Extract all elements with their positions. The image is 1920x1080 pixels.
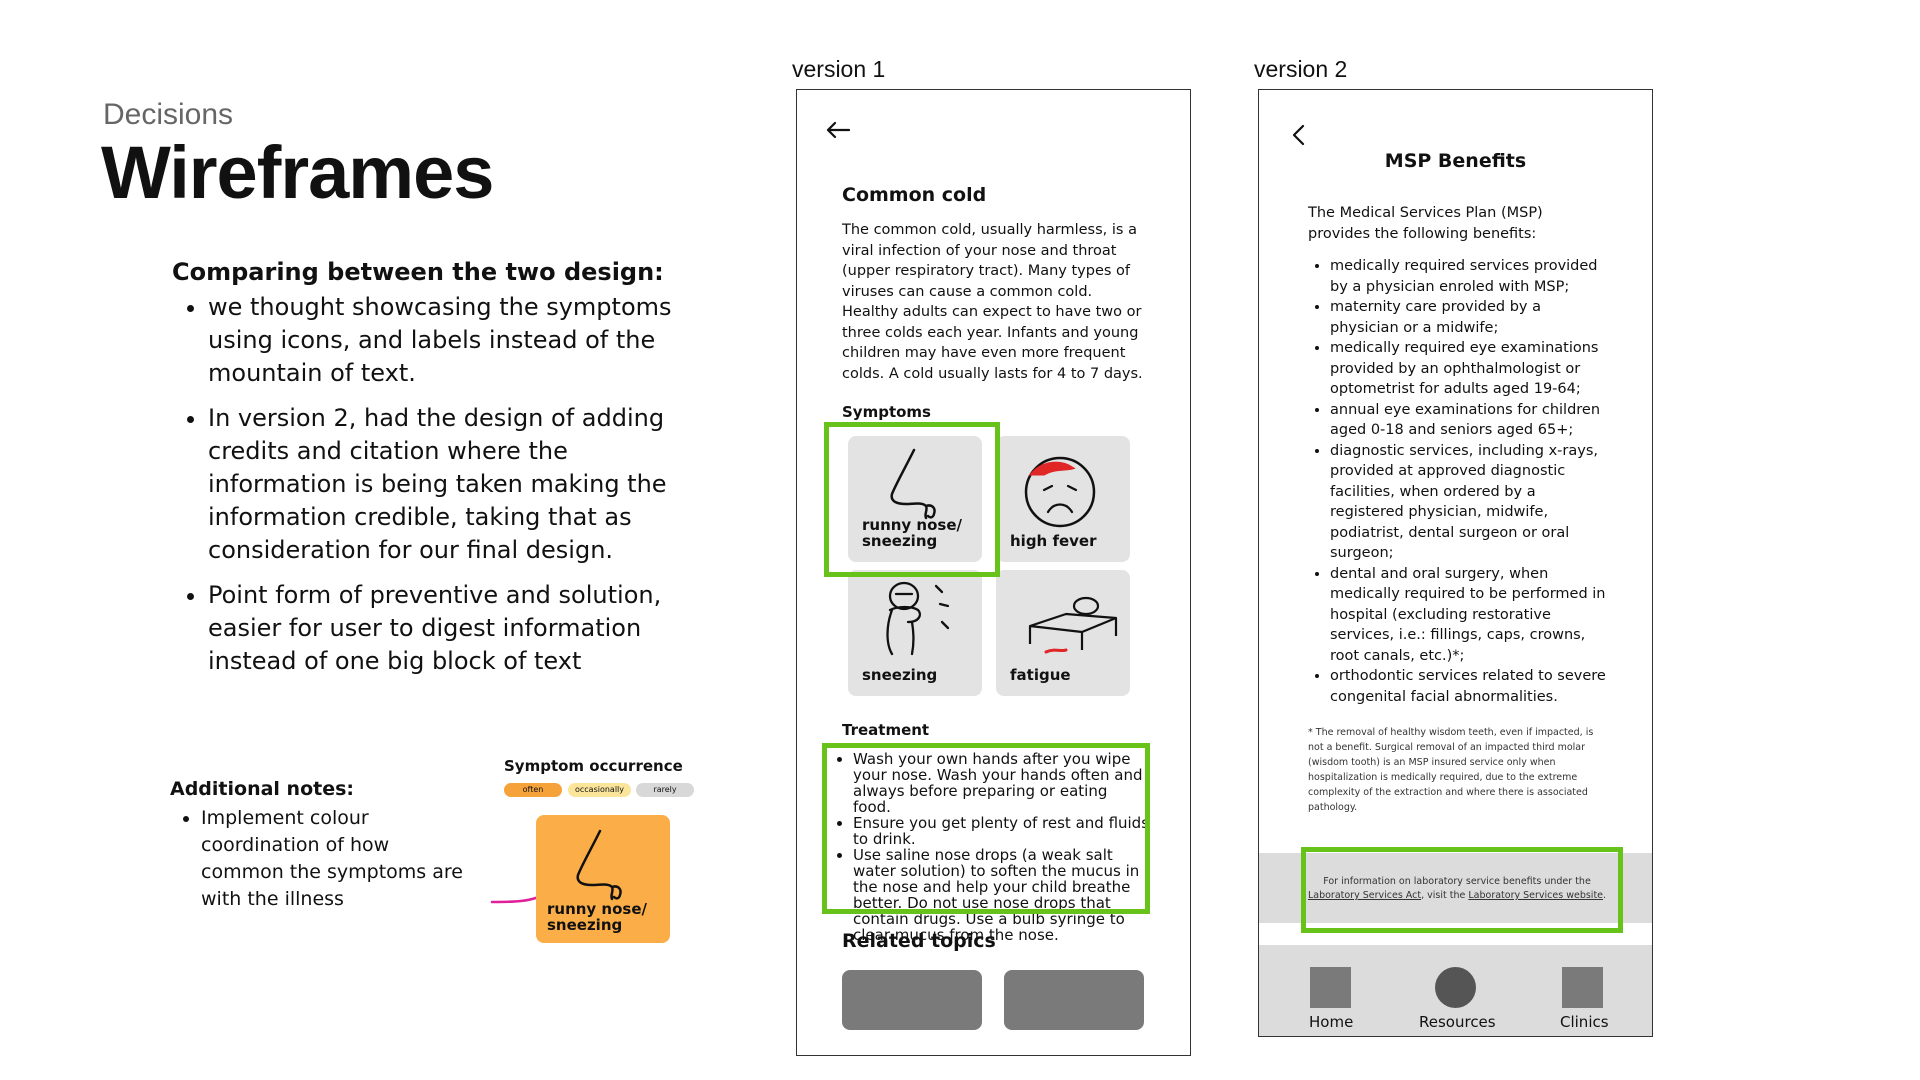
msp-body: The Medical Services Plan (MSP) provides… xyxy=(1308,203,1608,707)
fever-face-icon xyxy=(1024,456,1096,528)
bed-icon xyxy=(1028,596,1118,654)
nav-resources-label[interactable]: Resources xyxy=(1419,1013,1496,1031)
occurrence-occasionally-badge: occasionally xyxy=(568,783,631,797)
msp-benefits-list: medically required services provided by … xyxy=(1308,256,1608,707)
arrow-left-icon[interactable] xyxy=(825,120,851,140)
msp-benefit-item: orthodontic services related to severe c… xyxy=(1330,666,1608,707)
highlight-box xyxy=(822,743,1150,914)
related-topics-heading: Related topics xyxy=(842,930,996,952)
highlight-box xyxy=(1301,847,1623,933)
version1-phone: Common cold The common cold, usually har… xyxy=(796,89,1191,1056)
comparison-point: Point form of preventive and solution, e… xyxy=(208,579,692,678)
msp-benefit-item: medically required services provided by … xyxy=(1330,256,1608,297)
notes-block: Additional notes: Implement colour coord… xyxy=(170,776,470,913)
notes-point: Implement colour coordination of how com… xyxy=(201,805,470,913)
example-card-label: runny nose/ sneezing xyxy=(547,900,647,934)
symptom-label: sneezing xyxy=(862,666,938,684)
bottom-nav: Home Resources Clinics xyxy=(1259,945,1652,1036)
msp-benefit-item: medically required eye examinations prov… xyxy=(1330,338,1608,400)
version2-phone: MSP Benefits The Medical Services Plan (… xyxy=(1258,89,1653,1037)
msp-benefit-item: maternity care provided by a physician o… xyxy=(1330,297,1608,338)
chevron-left-icon[interactable] xyxy=(1291,124,1305,146)
clinics-icon[interactable] xyxy=(1562,967,1603,1008)
article-body: The common cold, usually harmless, is a … xyxy=(842,222,1143,382)
highlight-box xyxy=(824,422,1000,577)
symptoms-heading: Symptoms xyxy=(842,403,931,421)
article-title: Common cold xyxy=(842,184,987,206)
msp-benefit-item: annual eye examinations for children age… xyxy=(1330,400,1608,441)
occurrence-example-card: runny nose/ sneezing xyxy=(536,815,670,943)
symptom-tile[interactable]: sneezing xyxy=(848,570,982,696)
related-topic-card[interactable] xyxy=(1004,970,1144,1030)
comparison-point: we thought showcasing the symptoms using… xyxy=(208,291,692,390)
notes-heading: Additional notes: xyxy=(170,778,354,800)
nose-icon xyxy=(576,829,622,901)
symptom-tile[interactable]: high fever xyxy=(996,436,1130,562)
symptom-tile[interactable]: fatigue xyxy=(996,570,1130,696)
occurrence-title: Symptom occurrence xyxy=(504,757,683,775)
msp-footnote: * The removal of healthy wisdom teeth, e… xyxy=(1308,727,1594,813)
resources-icon[interactable] xyxy=(1435,967,1476,1008)
msp-benefit-item: diagnostic services, including x-rays, p… xyxy=(1330,441,1608,564)
version1-label: version 1 xyxy=(792,56,886,82)
symptom-label: high fever xyxy=(1010,532,1097,550)
comparison-list: we thought showcasing the symptoms using… xyxy=(172,291,692,678)
treatment-heading: Treatment xyxy=(842,721,930,739)
nav-home-label[interactable]: Home xyxy=(1309,1013,1353,1031)
sneeze-person-icon xyxy=(886,581,950,656)
msp-intro: The Medical Services Plan (MSP) provides… xyxy=(1308,205,1543,242)
version2-label: version 2 xyxy=(1254,56,1348,82)
msp-benefit-item: dental and oral surgery, when medically … xyxy=(1330,564,1608,667)
comparison-point: In version 2, had the design of adding c… xyxy=(208,402,692,567)
comparison-heading: Comparing between the two design: xyxy=(172,258,664,286)
comparison-block: Comparing between the two design: we tho… xyxy=(172,256,692,690)
nav-clinics-label[interactable]: Clinics xyxy=(1560,1013,1609,1031)
symptom-label: fatigue xyxy=(1010,666,1071,684)
occurrence-rarely-badge: rarely xyxy=(636,783,694,797)
related-topic-card[interactable] xyxy=(842,970,982,1030)
section-eyebrow: Decisions xyxy=(103,98,234,131)
page-title: Wireframes xyxy=(101,131,494,214)
occurrence-often-badge: often xyxy=(504,783,562,797)
notes-list: Implement colour coordination of how com… xyxy=(170,805,470,913)
home-icon[interactable] xyxy=(1310,967,1351,1008)
msp-title: MSP Benefits xyxy=(1384,150,1527,172)
